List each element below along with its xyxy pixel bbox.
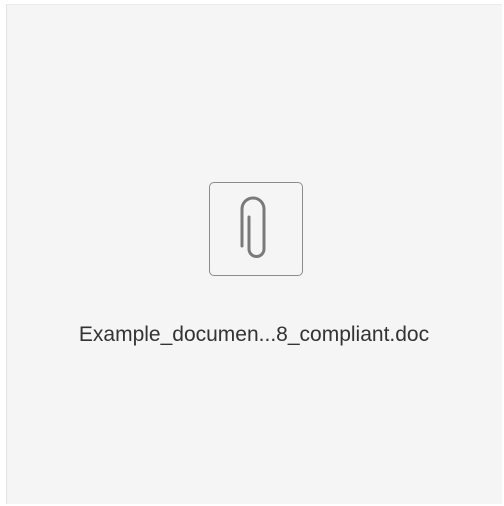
attachment-icon-box [209,182,303,276]
attachment-card[interactable]: Example_documen...8_compliant.doc [6,4,502,504]
attachment-file-name[interactable]: Example_documen...8_compliant.doc [7,321,501,349]
paperclip-icon [240,196,266,258]
